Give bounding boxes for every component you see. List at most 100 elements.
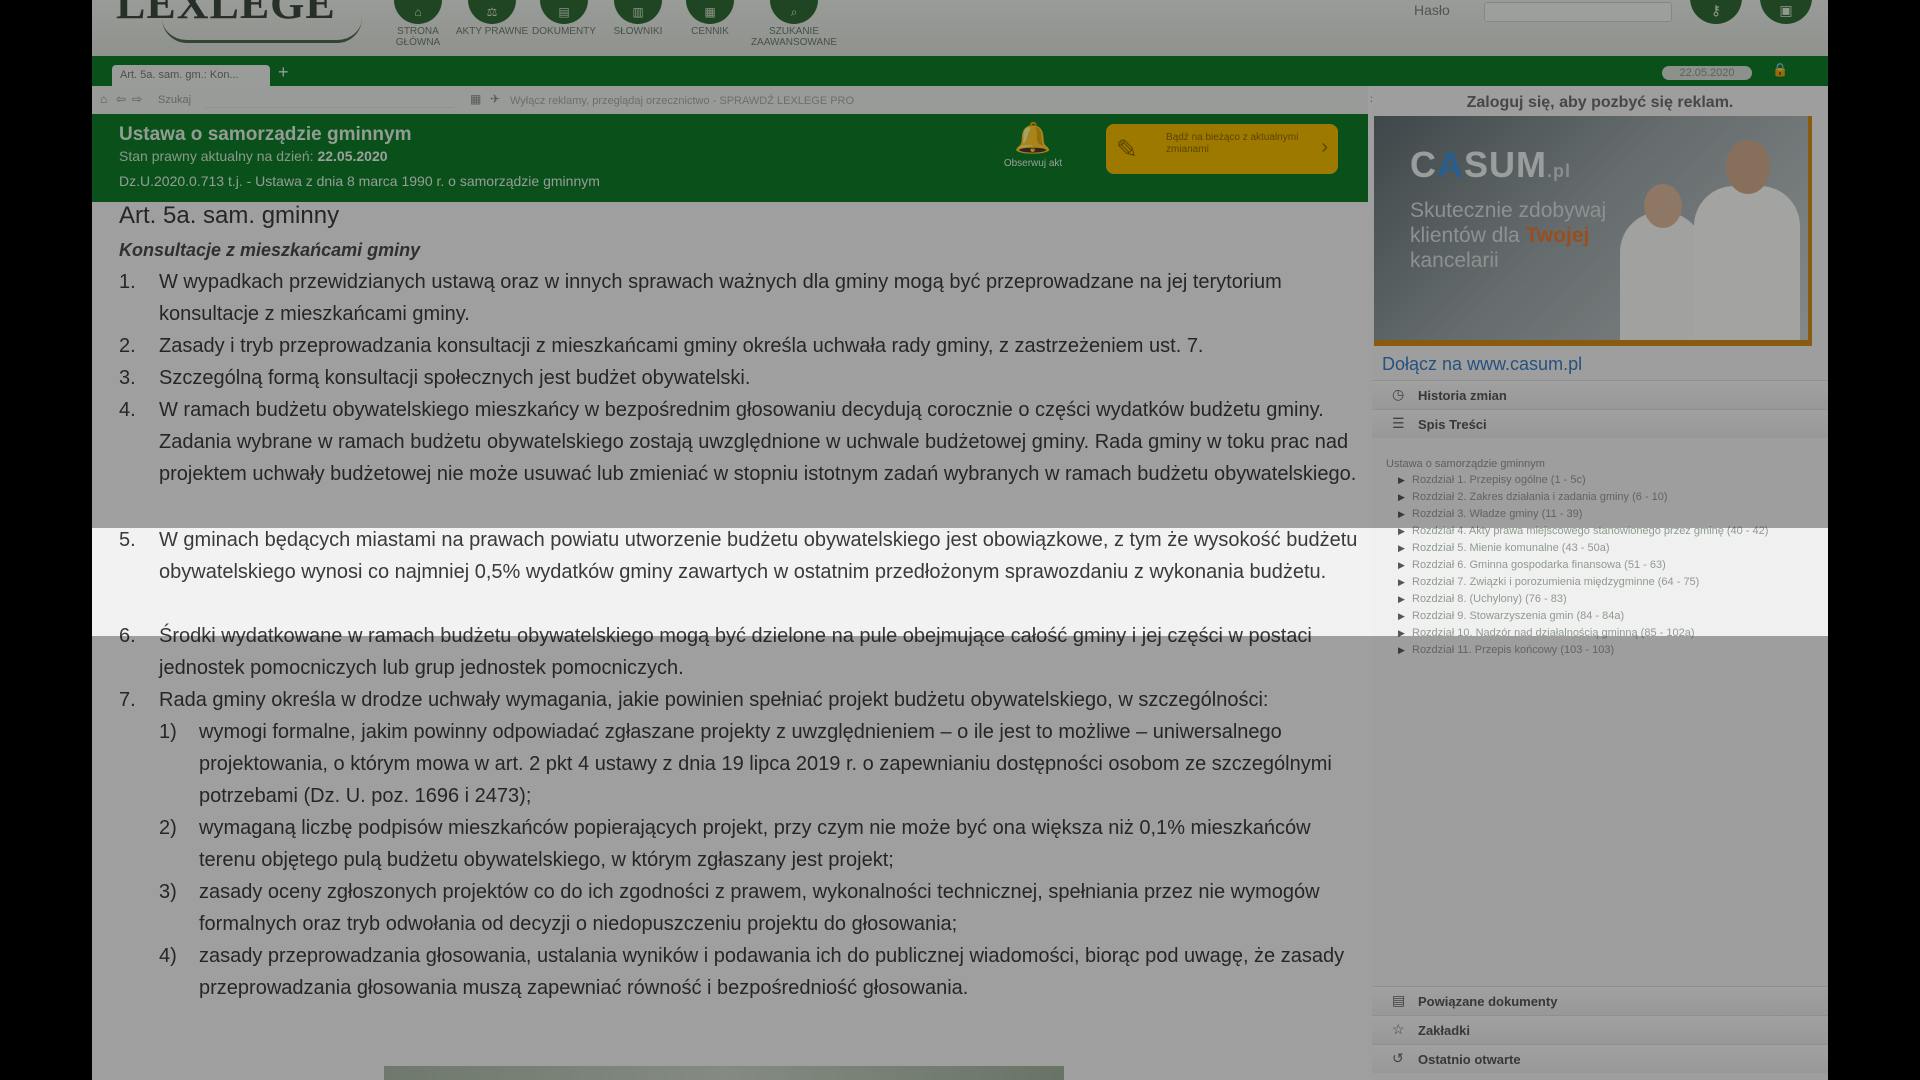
nav-advanced-search[interactable]: ⌕ SZUKANIE ZAAWANSOWANE	[746, 0, 842, 48]
observe-act-label: Obserwuj akt	[1003, 158, 1063, 169]
article-subtitle: Konsultacje z mieszkańcami gminy	[119, 240, 421, 260]
toc-item-label: Rozdział 9. Stowarzyszenia gmin (84 - 84…	[1412, 610, 1625, 622]
paragraph-text: Szczególną formą konsultacji społecznych…	[159, 367, 751, 389]
bookmarks-section[interactable]: ☆ Zakładki	[1372, 1015, 1828, 1044]
toc-item[interactable]: ▶ Rozdział 6. Gminna gospodarka finansowa…	[1386, 558, 1816, 572]
lock-icon[interactable]: 🔒	[1772, 62, 1788, 78]
casum-ad-banner[interactable]: CASUM.pl Skutecznie zdobywaj klientów dl…	[1374, 116, 1812, 346]
related-documents-section[interactable]: ▤ Powiązane dokumenty	[1372, 986, 1828, 1015]
casum-logo-c: C	[1410, 144, 1437, 185]
password-label: Hasło	[1414, 2, 1450, 18]
password-input[interactable]	[1484, 2, 1672, 22]
document-toolbar: ⌂ ⇦ ⇨ Szukaj ▦ ✈ Wyłącz reklamy, przeglą…	[92, 86, 1368, 115]
toc-item-label: Rozdział 1. Przepisy ogólne (1 - 5c)	[1412, 474, 1586, 486]
search-input[interactable]	[204, 91, 454, 108]
paragraph-number: 3.	[119, 367, 136, 389]
history-icon: ◷	[1392, 386, 1405, 402]
toc-item[interactable]: ▶ Rozdział 2. Zakres działania i zadania …	[1386, 490, 1816, 504]
paragraph-text: W wypadkach przewidzianych ustawą oraz w…	[159, 271, 1282, 325]
triangle-right-icon: ▶	[1398, 628, 1405, 638]
nav-dictionaries-label: SŁOWNIKI	[613, 26, 663, 37]
back-icon[interactable]: ⇦	[116, 92, 126, 106]
toc-root[interactable]: Ustawa o samorządzie gminnym	[1386, 458, 1816, 470]
bottom-ad-strip[interactable]	[384, 1066, 1064, 1080]
triangle-right-icon: ▶	[1398, 611, 1405, 621]
triangle-right-icon: ▶	[1398, 645, 1405, 655]
right-sidebar: Zaloguj się, aby pozbyć się reklam. CASU…	[1372, 86, 1828, 1080]
toc-item[interactable]: ▶ Rozdział 8. (Uchylony) (76 - 83)	[1386, 592, 1816, 606]
updates-promo-button[interactable]: ✎ Bądź na bieżąco z aktualnymi zmianami …	[1106, 124, 1338, 174]
print-icon[interactable]: ▦	[470, 92, 481, 106]
nav-home[interactable]: ⌂ STRONA GŁÓWNA	[380, 0, 456, 48]
ad-person-woman	[1620, 212, 1704, 346]
toc-item-label: Rozdział 6. Gminna gospodarka finansowa …	[1412, 559, 1666, 571]
ad-person-man	[1694, 186, 1800, 346]
login-remove-ads-link[interactable]: Zaloguj się, aby pozbyć się reklam.	[1372, 94, 1828, 112]
nav-dictionaries[interactable]: ▥ SŁOWNIKI	[600, 0, 676, 37]
updates-promo-text: Bądź na bieżąco z aktualnymi zmianami	[1166, 132, 1299, 155]
nav-documents[interactable]: ▤ DOKUMENTY	[526, 0, 602, 37]
ad-person-man-head	[1726, 140, 1770, 194]
subpoint-number: 2)	[159, 817, 177, 839]
article-title: Art. 5a. sam. gminny	[119, 202, 340, 229]
toc-label: Spis Treści	[1418, 417, 1487, 432]
act-reference[interactable]: Dz.U.2020.0.713 t.j. - Ustawa z dnia 8 m…	[119, 173, 600, 189]
toc-item-label: Rozdział 7. Związki i porozumienia międz…	[1412, 576, 1700, 588]
paragraph-number: 2.	[119, 335, 136, 357]
toc-item[interactable]: ▶ Rozdział 5. Mienie komunalne (43 - 50a)	[1386, 541, 1816, 555]
chevron-right-icon: ›	[1321, 136, 1328, 158]
nav-legal-acts-label: AKTY PRAWNE	[455, 26, 529, 37]
nav-legal-acts[interactable]: ⚖ AKTY PRAWNE	[454, 0, 530, 37]
paragraph-number: 6.	[119, 625, 136, 647]
tab-article[interactable]: Art. 5a. sam. gm.: Kon...	[112, 65, 270, 86]
related-documents-label: Powiązane dokumenty	[1418, 994, 1558, 1009]
casum-logo-tld: .pl	[1547, 161, 1571, 181]
toc-item[interactable]: ▶ Rozdział 11. Przepis końcowy (103 - 103…	[1386, 643, 1816, 657]
paragraph-number: 1.	[119, 271, 136, 293]
toc-item[interactable]: ▶ Rozdział 10. Nadzór nad działalnością g…	[1386, 626, 1816, 640]
casum-link[interactable]: Dołącz na www.casum.pl	[1382, 354, 1582, 375]
toc-section[interactable]: ☰ Spis Treści	[1372, 409, 1828, 438]
subpoint-text: zasady przeprowadzania głosowania, ustal…	[199, 945, 1345, 999]
recent-section[interactable]: ↺ Ostatnio otwarte	[1372, 1044, 1828, 1073]
share-icon[interactable]: ✈	[490, 92, 500, 106]
toc-item-label: Rozdział 11. Przepis końcowy (103 - 103)	[1412, 644, 1615, 656]
pro-promo-link[interactable]: Wyłącz reklamy, przeglądaj orzecznictwo …	[510, 95, 854, 107]
toc-item[interactable]: ▶ Rozdział 3. Władze gminy (11 - 39)	[1386, 507, 1816, 521]
home-icon: ⌂	[394, 0, 442, 24]
login-button[interactable]: ⚷	[1690, 0, 1742, 24]
nav-pricing[interactable]: ▦ CENNIK	[672, 0, 748, 37]
act-status-date: 22.05.2020	[317, 148, 388, 164]
observe-act-button[interactable]: 🔔 Obserwuj akt	[988, 124, 1078, 170]
toc-item-label: Rozdział 3. Władze gminy (11 - 39)	[1412, 508, 1583, 520]
price-icon: ▦	[686, 0, 734, 24]
forward-icon[interactable]: ⇨	[132, 92, 142, 106]
subpoint-text: wymaganą liczbę podpisów mieszkańców pop…	[199, 817, 1311, 871]
paragraph-text: Zasady i tryb przeprowadzania konsultacj…	[159, 335, 1204, 357]
toc-item[interactable]: ▶ Rozdział 9. Stowarzyszenia gmin (84 - 8…	[1386, 609, 1816, 623]
add-tab-button[interactable]: +	[278, 62, 289, 83]
scale-icon: ⚖	[468, 0, 516, 24]
current-date-badge: 22.05.2020	[1662, 66, 1752, 80]
subpoint-number: 3)	[159, 881, 177, 903]
triangle-right-icon: ▶	[1398, 594, 1405, 604]
nav-documents-label: DOKUMENTY	[532, 26, 596, 37]
ad-bottom-stripe	[1374, 340, 1808, 346]
casum-tagline: Skutecznie zdobywaj klientów dla Twojej …	[1410, 198, 1620, 273]
triangle-right-icon: ▶	[1398, 526, 1405, 536]
triangle-right-icon: ▶	[1398, 492, 1405, 502]
toc-item[interactable]: ▶ Rozdział 4. Akty prawa miejscowego stan…	[1386, 524, 1816, 538]
subpoint-number: 4)	[159, 945, 177, 967]
act-status-prefix: Stan prawny aktualny na dzień:	[119, 148, 314, 164]
toc-item-label: Rozdział 4. Akty prawa miejscowego stano…	[1412, 525, 1769, 537]
toc-item[interactable]: ▶ Rozdział 1. Przepisy ogólne (1 - 5c)	[1386, 473, 1816, 487]
register-button[interactable]: ▣	[1760, 0, 1812, 24]
home-small-icon[interactable]: ⌂	[100, 92, 107, 106]
list-icon: ☰	[1392, 415, 1405, 431]
document-pen-icon: ✎	[1116, 134, 1138, 164]
paragraph-text: Rada gminy określa w drodze uchwały wyma…	[159, 689, 1269, 711]
history-section[interactable]: ◷ Historia zmian	[1372, 380, 1828, 409]
paragraph-number: 5.	[119, 529, 136, 551]
toc-item[interactable]: ▶ Rozdział 7. Związki i porozumienia międ…	[1386, 575, 1816, 589]
ad-person-woman-head	[1644, 184, 1682, 228]
